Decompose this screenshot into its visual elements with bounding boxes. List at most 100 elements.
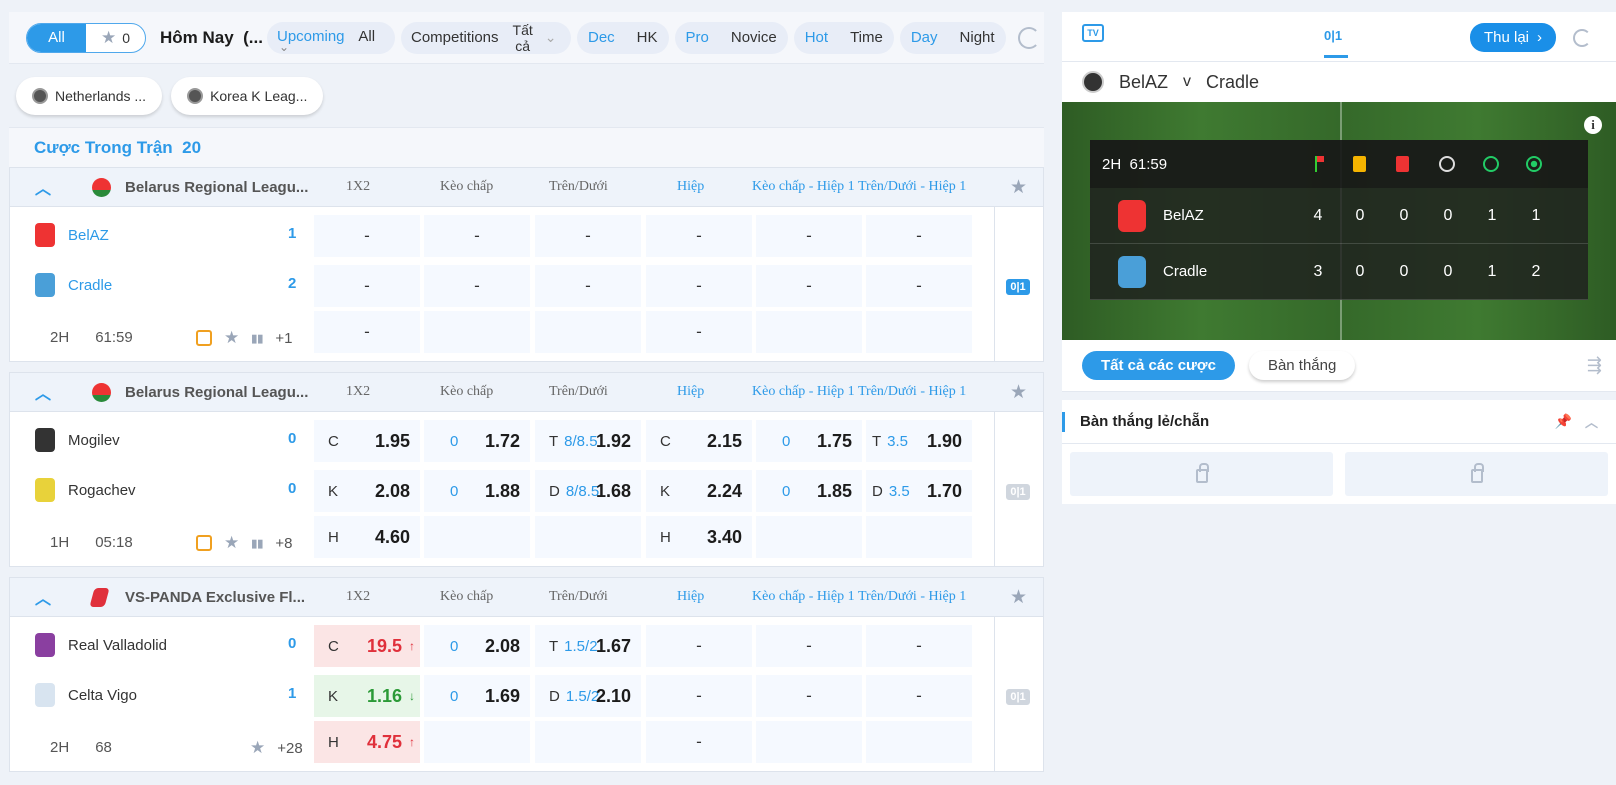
live-stats-icon[interactable]: 0|1 [1006,484,1030,500]
chevron-up-icon[interactable]: ︿ [35,380,51,404]
chevron-up-icon[interactable]: ︿ [35,175,51,199]
odds-cell[interactable]: - [866,675,972,717]
dec-option[interactable]: Dec [577,29,626,46]
stats-schedule-icon[interactable] [196,330,212,346]
home-team[interactable]: Real Valladolid [35,633,167,657]
home-team[interactable]: BelAZ [35,223,109,247]
odds-cell[interactable]: - [314,311,420,353]
odds-cell[interactable]: T 3.5 1.90 [866,420,972,462]
odds-cell[interactable]: - [866,265,972,307]
odds-cell[interactable]: 0 1.69 [424,675,530,717]
stats-schedule-icon[interactable] [196,535,212,551]
star-icon[interactable]: ★ [250,738,265,758]
odds-cell[interactable]: H 4.60 [314,516,420,558]
odds-cell[interactable]: C 19.5 ↑ [314,625,420,667]
refresh-icon[interactable] [1573,29,1591,47]
all-bets-tab[interactable]: Tất cả các cược [1082,351,1235,380]
odds-cell[interactable]: K 1.16 ↓ [314,675,420,717]
away-team[interactable]: Rogachev [35,478,136,502]
odds-cell[interactable]: - [866,215,972,257]
odds-cell[interactable]: - [756,265,862,307]
odds-cell[interactable]: - [646,675,752,717]
league-chip[interactable]: Netherlands ... [16,76,163,115]
more-markets[interactable]: +28 [277,740,302,757]
chevron-up-icon[interactable]: ︿ [35,585,51,609]
odds-cell[interactable]: K 2.08 [314,470,420,512]
odds-cell[interactable]: - [314,215,420,257]
odds-cell[interactable]: C 1.95 [314,420,420,462]
away-team[interactable]: Cradle [35,273,112,297]
odds-cell[interactable]: H 3.40 [646,516,752,558]
odds-cell[interactable]: - [314,265,420,307]
odds-cell[interactable]: - [535,215,641,257]
odds-cell[interactable]: 0 1.85 [756,470,862,512]
info-icon[interactable]: i [1584,116,1602,134]
star-icon[interactable]: ★ [1010,176,1027,199]
star-icon[interactable]: ★ [1010,586,1027,609]
odds-cell[interactable]: - [646,311,752,353]
odds-cell[interactable]: - [646,265,752,307]
night-option[interactable]: Night [949,29,1006,46]
league-flag-icon [89,587,110,607]
date-selector[interactable]: Hôm Nay (... [160,28,263,48]
all-button[interactable]: All [27,23,86,52]
live-stats-icon[interactable]: 0|1 [1006,279,1030,295]
odds-cell[interactable]: - [424,215,530,257]
more-markets[interactable]: +8 [275,535,292,552]
day-option[interactable]: Day [900,29,949,46]
odds-cell[interactable]: D 8/8.5 1.68 [535,470,641,512]
odds-cell[interactable]: - [866,625,972,667]
odds-cell[interactable]: C 2.15 [646,420,752,462]
odds-cell[interactable]: 0 1.88 [424,470,530,512]
pin-icon[interactable]: 📌 [1555,413,1572,430]
odds-cell[interactable]: D 1.5/2 2.10 [535,675,641,717]
sort-icon[interactable]: ⇶ [1587,355,1602,376]
bar-chart-icon[interactable]: ▮▮ [251,537,263,550]
odds-cell[interactable]: T 8/8.5 1.92 [535,420,641,462]
league-name[interactable]: VS-PANDA Exclusive Fl... [125,589,315,606]
market-header[interactable]: Bàn thắng lẻ/chẵn 📌 ︿ [1062,400,1616,444]
upcoming-dropdown[interactable]: Upcoming All ⌄ [266,21,395,54]
more-markets[interactable]: +1 [275,330,292,347]
refresh-icon[interactable] [1017,26,1040,49]
odds-cell[interactable]: - [646,721,752,763]
time-option[interactable]: Time [839,29,894,46]
odds-cell[interactable]: - [535,265,641,307]
tv-icon[interactable]: TV [1082,24,1104,42]
odds-cell[interactable]: - [756,675,862,717]
odds-cell[interactable]: T 1.5/2 1.67 [535,625,641,667]
soccer-ball-icon [1082,71,1104,93]
hk-option[interactable]: HK [626,29,669,46]
favorites-button[interactable]: ★ 0 [86,24,145,52]
chevron-up-icon[interactable]: ︿ [1585,412,1598,431]
odds-label: K [328,687,339,705]
live-stats-icon[interactable]: 0|1 [1006,689,1030,705]
bar-chart-icon[interactable]: ▮▮ [251,332,263,345]
hot-option[interactable]: Hot [794,29,839,46]
odds-cell[interactable]: - [646,215,752,257]
odds-cell[interactable]: - [424,265,530,307]
league-name[interactable]: Belarus Regional Leagu... [125,179,315,196]
league-chip[interactable]: Korea K Leag... [171,76,324,115]
odds-cell[interactable]: 0 2.08 [424,625,530,667]
competitions-dropdown[interactable]: Competitions Tất cả ⌄ [400,21,571,54]
star-icon[interactable]: ★ [224,328,239,348]
odds-cell[interactable]: D 3.5 1.70 [866,470,972,512]
star-icon[interactable]: ★ [1010,381,1027,404]
odds-cell[interactable]: H 4.75 ↑ [314,721,420,763]
league-name[interactable]: Belarus Regional Leagu... [125,384,315,401]
home-team[interactable]: Mogilev [35,428,120,452]
odds-cell[interactable]: - [646,625,752,667]
odds-cell[interactable]: 0 1.75 [756,420,862,462]
away-team[interactable]: Celta Vigo [35,683,137,707]
pro-option[interactable]: Pro [675,29,720,46]
odds-cell[interactable]: - [756,625,862,667]
novice-option[interactable]: Novice [720,29,788,46]
star-icon[interactable]: ★ [224,533,239,553]
live-stats-tab[interactable]: 0|1 [1324,28,1342,43]
collapse-button[interactable]: Thu lại › [1470,23,1556,52]
odds-cell[interactable]: 0 1.72 [424,420,530,462]
odds-cell[interactable]: - [756,215,862,257]
goals-tab[interactable]: Bàn thắng [1248,351,1356,380]
odds-cell[interactable]: K 2.24 [646,470,752,512]
